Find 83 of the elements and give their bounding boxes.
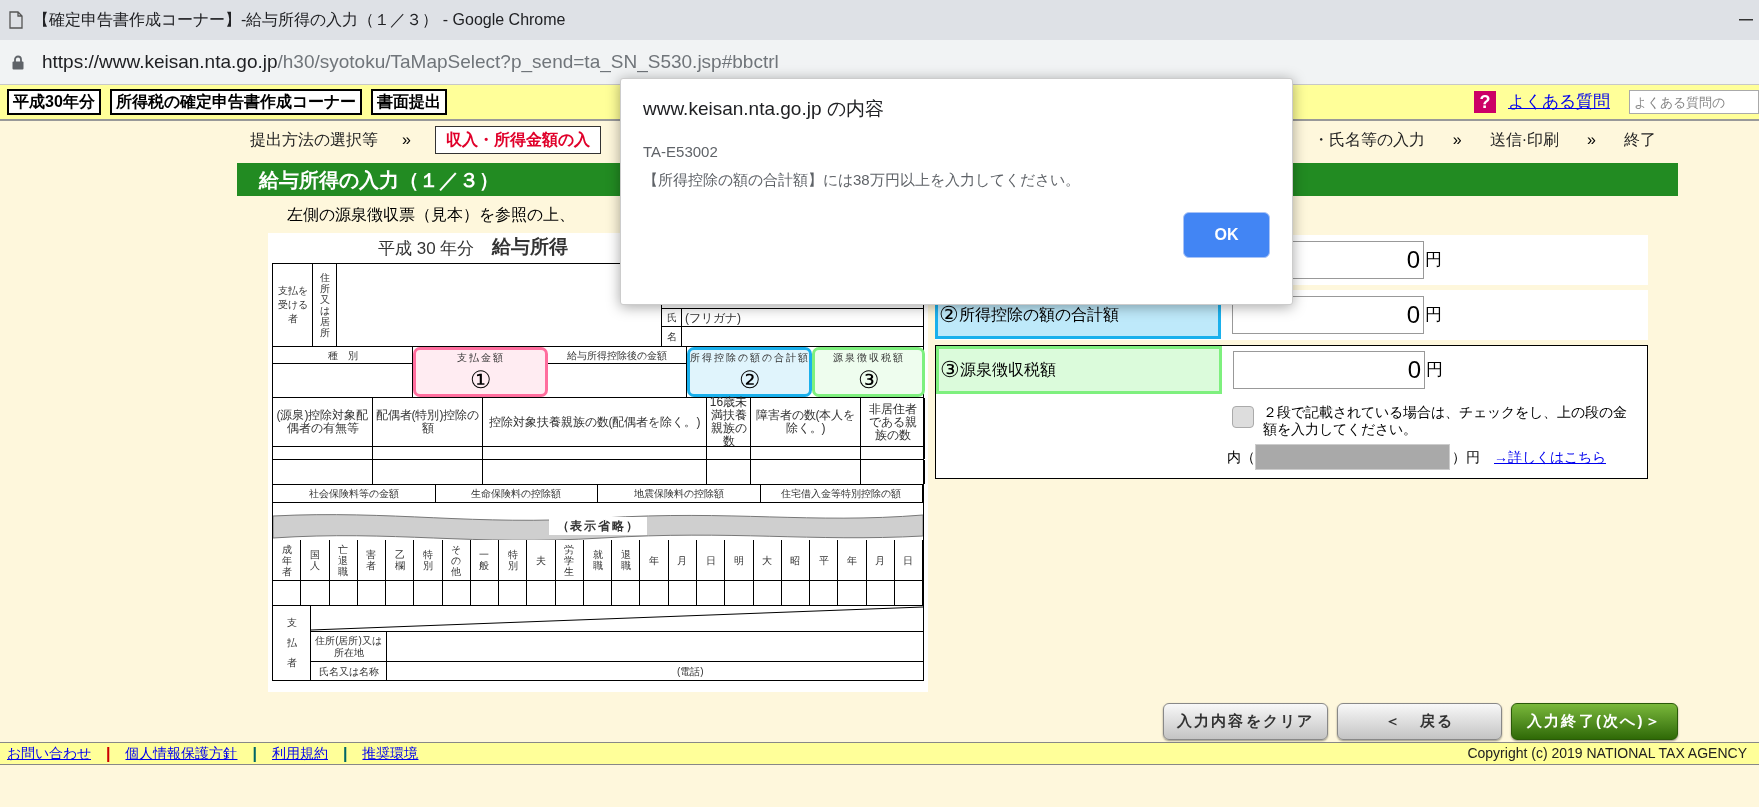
form-label: 地震保険料の控除額 <box>633 487 724 501</box>
form-label: 住所(居所)又は所在地 <box>314 634 383 659</box>
footer-separator: | <box>342 743 348 764</box>
form-label: 日 <box>903 554 914 566</box>
form-label: 明 <box>733 554 744 566</box>
field-marker: ② <box>737 365 762 394</box>
form-label: 一般 <box>479 549 490 571</box>
field-marker: ③ <box>856 365 881 394</box>
footer-separator: | <box>106 743 111 764</box>
field-suffix: ）円 <box>1452 447 1480 467</box>
footer-separator: | <box>252 743 257 764</box>
form-label: 氏 <box>662 309 682 326</box>
dialog-title: www.keisan.nta.go.jp の内容 <box>643 97 885 121</box>
form-label: 住所又は居所 <box>319 272 330 338</box>
form-label: 月 <box>875 554 886 566</box>
form-title: 平成 30 年分 <box>378 237 475 260</box>
form-label: 夫 <box>536 554 546 566</box>
header-badge: 書面提出 <box>370 89 447 115</box>
form-label: 大 <box>762 554 773 566</box>
header-badge: 所得税の確定申告書作成コーナー <box>109 89 362 115</box>
form-label: 害者 <box>366 549 377 571</box>
error-code: TA-E53002 <box>643 141 719 162</box>
breadcrumb-step: ・氏名等の入力 <box>1312 128 1425 152</box>
breadcrumb-step: 終了 <box>1624 128 1656 152</box>
unit-label: 円 <box>1426 359 1443 382</box>
field-label-text: 源泉徴収税額 <box>960 361 1056 380</box>
field-marker: ② <box>939 304 959 326</box>
form-label: 支払者 <box>286 616 297 670</box>
checkbox-label: ２段で記載されている場合は、チェックをし、上の段の金額を入力してください。 <box>1263 404 1628 438</box>
form-label: 労学生 <box>564 543 575 577</box>
form-label: 昭 <box>790 554 801 566</box>
form-label: (フリガナ) <box>684 309 741 327</box>
instruction-text: 左側の源泉徴収票（見本）を参照の上、 <box>287 204 575 225</box>
unit-label: 円 <box>1425 249 1442 272</box>
breadcrumb-separator: » <box>402 130 411 150</box>
breadcrumb-step: 提出方法の選択等 <box>250 128 378 152</box>
form-label: 成年者 <box>281 543 292 577</box>
form-label: 給与所得控除後の金額 <box>567 348 667 363</box>
breadcrumb-step: 送信·印刷 <box>1489 128 1560 152</box>
breadcrumb-separator: » <box>1587 130 1596 150</box>
form-label: 控除対象扶養親族の数(配偶者を除く。) <box>488 415 701 429</box>
form-label: 障害者の数(本人を除く。) <box>754 409 857 435</box>
form-label: 名 <box>662 327 682 346</box>
form-label: 支払金額 <box>455 351 506 365</box>
form-label: (電話) <box>677 665 704 679</box>
window-title: 【確定申告書作成コーナー】-給与所得の入力（１／３） - Google Chrome <box>33 10 566 30</box>
form-label: 平 <box>818 554 829 566</box>
form-label: 配偶者(特別)控除の額 <box>375 409 480 435</box>
form-label: 氏名又は名称 <box>318 664 379 679</box>
omitted-label: （表示省略） <box>548 517 648 535</box>
form-label: 年 <box>846 554 857 566</box>
form-label: 住宅借入金等特別控除の額 <box>781 487 902 501</box>
form-label: その他 <box>451 543 462 577</box>
breadcrumb-step: 収入・所得金額の入 <box>434 126 601 154</box>
field-label-text: 所得控除の額の合計額 <box>959 306 1119 325</box>
form-label: 源泉徴収税額 <box>831 351 906 365</box>
form-label: 亡退職 <box>338 543 349 577</box>
form-label: 月 <box>677 554 688 566</box>
form-label: (源泉)控除対象配偶者の有無等 <box>275 409 370 435</box>
form-label: 退職 <box>620 549 631 571</box>
field-marker: ① <box>468 365 493 394</box>
field-prefix: 内（ <box>1227 447 1255 467</box>
form-label: 種 別 <box>327 348 358 363</box>
header-badge: 平成30年分 <box>7 89 101 115</box>
form-label: 特別 <box>422 549 433 571</box>
form-label: 16歳未満扶養親族の数 <box>709 396 748 448</box>
form-label: 就職 <box>592 549 603 571</box>
form-title: 給与所得 <box>492 234 569 259</box>
breadcrumb-separator: » <box>1452 130 1462 150</box>
form-label: 国人 <box>309 549 320 571</box>
form-label: 所得控除の額の合計額 <box>690 351 809 365</box>
unit-label: 円 <box>1425 304 1442 327</box>
field-marker: ③ <box>940 359 960 381</box>
form-label: 支払を受ける者 <box>277 284 308 326</box>
form-label: 社会保険料等の金額 <box>308 487 399 501</box>
dialog-message: 【所得控除の額の合計額】には38万円以上を入力してください。 <box>643 170 1081 190</box>
form-label: 非居住者である親族の数 <box>867 402 918 442</box>
form-label: 日 <box>705 554 716 566</box>
form-label: 特別 <box>507 549 518 571</box>
copyright-text: Copyright (c) 2019 NATIONAL TAX AGENCY <box>1467 744 1747 763</box>
form-label: 乙欄 <box>394 549 405 571</box>
form-label: 生命保険料の控除額 <box>471 487 562 501</box>
form-label: 年 <box>649 554 660 566</box>
